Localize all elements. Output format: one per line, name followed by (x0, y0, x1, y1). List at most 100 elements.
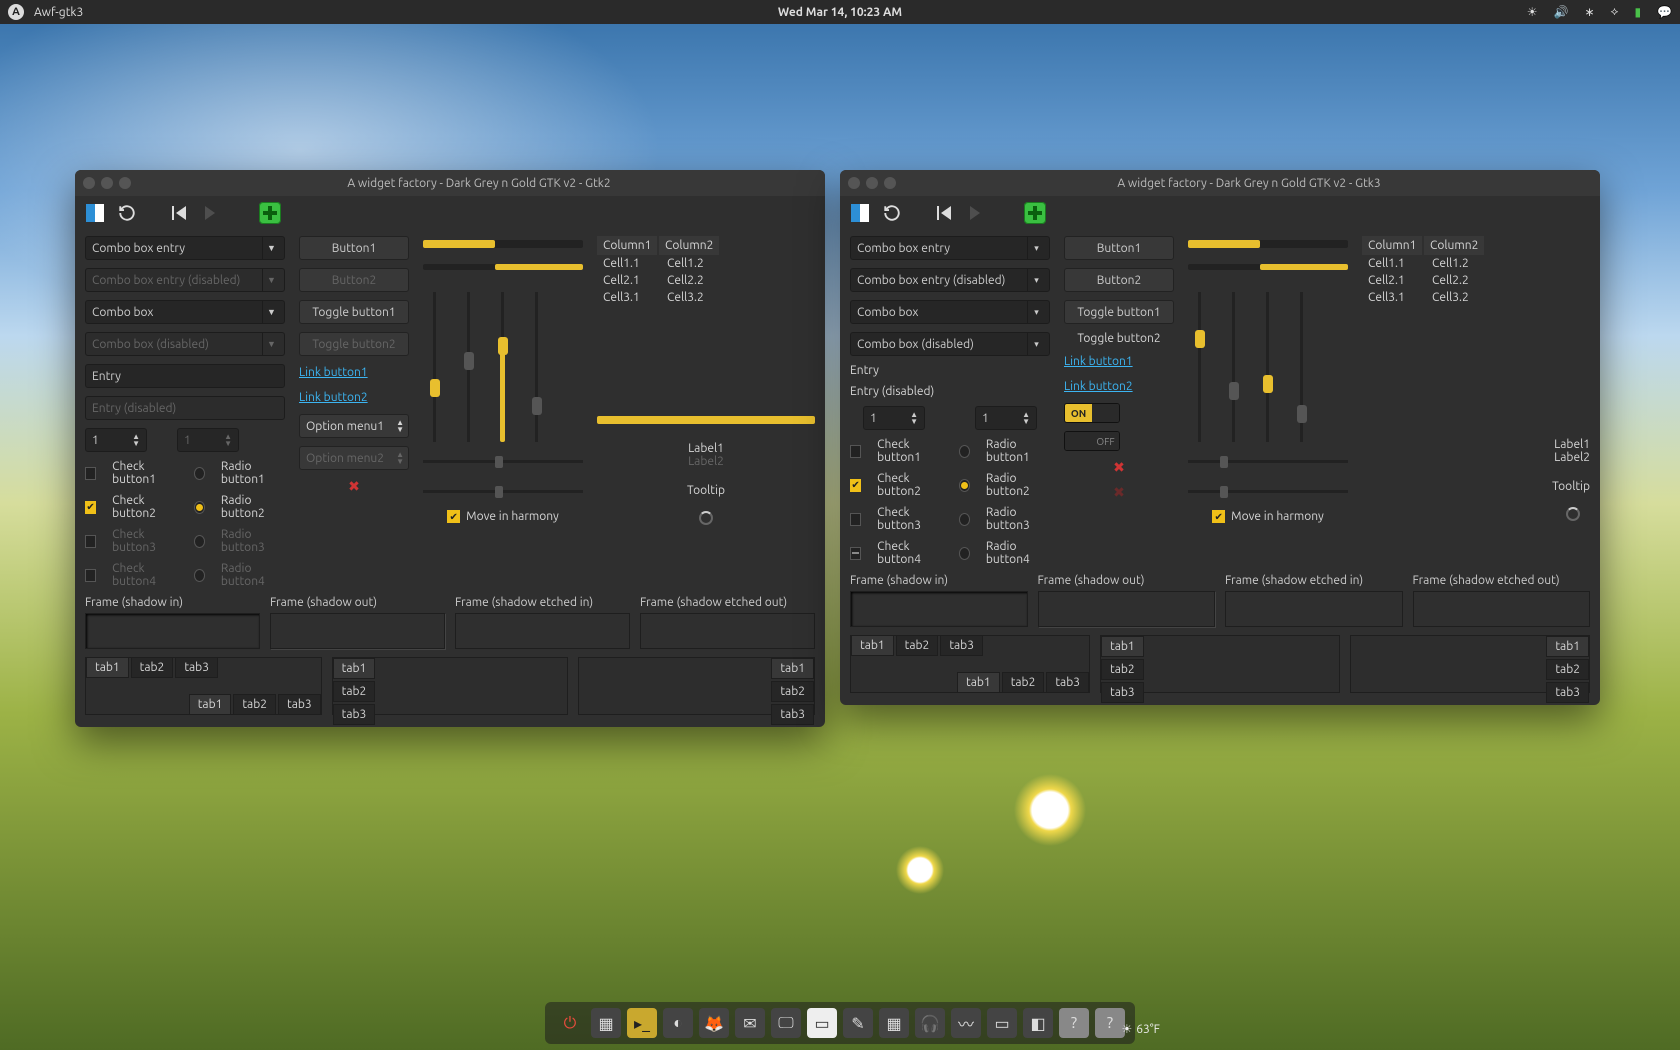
check2[interactable]: ✔ (850, 479, 861, 492)
monitor-icon[interactable]: 🖵 (771, 1008, 801, 1038)
check3[interactable] (850, 513, 861, 526)
treeview[interactable]: Column1Column2 Cell1.1Cell1.2 Cell2.1Cel… (597, 236, 815, 306)
tab[interactable]: tab1 (771, 658, 814, 679)
minimize-icon[interactable] (101, 177, 113, 189)
app-icon[interactable]: ◧ (1023, 1008, 1053, 1038)
volume-icon[interactable]: 🔊 (1553, 5, 1568, 19)
vslider-2[interactable] (1226, 292, 1240, 442)
radio2[interactable] (959, 479, 970, 492)
switch-off[interactable]: OFF (1064, 431, 1120, 451)
files-icon[interactable]: ▦ (591, 1008, 621, 1038)
add-button[interactable] (1024, 202, 1046, 224)
radio2[interactable] (194, 501, 205, 514)
tab[interactable]: tab3 (175, 657, 218, 678)
brightness-icon[interactable]: ☀ (1527, 5, 1538, 19)
check4[interactable] (850, 547, 861, 560)
document-icon[interactable]: ▭ (807, 1008, 837, 1038)
minimize-icon[interactable] (866, 177, 878, 189)
vslider-4[interactable] (1294, 292, 1308, 442)
close-icon[interactable] (848, 177, 860, 189)
battery-icon[interactable]: ▮ (1634, 5, 1641, 19)
go-next-icon[interactable] (968, 203, 988, 223)
weather-widget[interactable]: ☀ 63°F (1122, 1022, 1161, 1036)
switch-on[interactable]: ON (1064, 403, 1120, 423)
col-header[interactable]: Column1 (597, 236, 657, 255)
link1[interactable]: Link button1 (1064, 355, 1174, 368)
app-icon[interactable] (85, 203, 105, 223)
tab[interactable]: tab3 (1046, 672, 1089, 693)
help-icon-2[interactable]: ? (1095, 1008, 1125, 1038)
add-button[interactable] (259, 202, 281, 224)
go-first-icon[interactable] (936, 203, 956, 223)
tab[interactable]: tab1 (957, 672, 1000, 693)
tab[interactable]: tab3 (940, 635, 983, 656)
firefox-icon[interactable]: 🦊 (699, 1008, 729, 1038)
tab[interactable]: tab3 (278, 694, 321, 715)
help-icon[interactable]: ? (1059, 1008, 1089, 1038)
mail-icon[interactable]: ✉ (735, 1008, 765, 1038)
bluetooth-icon[interactable]: ∗ (1584, 5, 1594, 19)
tab[interactable]: tab1 (333, 658, 376, 679)
button1[interactable]: Button1 (1064, 236, 1174, 260)
hslider-2[interactable] (423, 484, 583, 498)
combo-box-entry[interactable]: Combo box entry▾ (850, 236, 1050, 260)
col-header[interactable]: Column2 (659, 236, 719, 255)
titlebar-gtk3[interactable]: A widget factory - Dark Grey n Gold GTK … (840, 170, 1600, 196)
tab[interactable]: tab2 (771, 681, 814, 702)
activity-icon[interactable]: 〰 (951, 1008, 981, 1038)
harmony-check[interactable]: ✔ (1212, 510, 1225, 523)
hslider-1[interactable] (423, 454, 583, 468)
tab[interactable]: tab2 (1546, 659, 1589, 680)
tab[interactable]: tab2 (1002, 672, 1045, 693)
wifi-icon[interactable]: ⟡ (1611, 5, 1619, 19)
vslider-1[interactable] (427, 292, 441, 442)
refresh-icon[interactable] (882, 203, 902, 223)
tab[interactable]: tab2 (333, 681, 376, 702)
tab[interactable]: tab2 (896, 635, 939, 656)
link2[interactable]: Link button2 (1064, 380, 1174, 393)
tab[interactable]: tab3 (1101, 682, 1144, 703)
vslider-3[interactable] (1260, 292, 1274, 442)
vslider-1[interactable] (1192, 292, 1206, 442)
hslider-1[interactable] (1188, 454, 1348, 468)
remove-icon[interactable]: ✖ (1064, 459, 1174, 476)
toggle1[interactable]: Toggle button1 (299, 300, 409, 324)
remove-icon[interactable]: ✖ (299, 478, 409, 495)
tab[interactable]: tab3 (333, 704, 376, 725)
go-next-icon[interactable] (203, 203, 223, 223)
app-icon[interactable] (850, 203, 870, 223)
tab[interactable]: tab1 (189, 694, 232, 715)
hslider-2[interactable] (1188, 484, 1348, 498)
maximize-icon[interactable] (119, 177, 131, 189)
brush-icon[interactable]: ✎ (843, 1008, 873, 1038)
spin-button-2[interactable]: 1▲▼ (975, 406, 1037, 430)
tab[interactable]: tab2 (131, 657, 174, 678)
tab[interactable]: tab1 (1546, 636, 1589, 657)
spin-button[interactable]: 1▲▼ (863, 406, 925, 430)
col-header[interactable]: Column2 (1424, 236, 1484, 255)
go-first-icon[interactable] (171, 203, 191, 223)
headphones-icon[interactable]: 🎧 (915, 1008, 945, 1038)
radio4[interactable] (959, 547, 970, 560)
radio1[interactable] (194, 467, 205, 480)
radio3[interactable] (959, 513, 970, 526)
treeview[interactable]: Column1Column2 Cell1.1Cell1.2 Cell2.1Cel… (1362, 236, 1590, 306)
combo-box[interactable]: Combo box▼ (85, 300, 285, 324)
tab[interactable]: tab3 (771, 704, 814, 725)
button1[interactable]: Button1 (299, 236, 409, 260)
chat-icon[interactable]: 💬 (1657, 5, 1672, 19)
close-icon[interactable] (83, 177, 95, 189)
vslider-3[interactable] (495, 292, 509, 442)
tab[interactable]: tab1 (1101, 636, 1144, 657)
refresh-icon[interactable] (117, 203, 137, 223)
vslider-2[interactable] (461, 292, 475, 442)
option-menu1[interactable]: Option menu1▲▼ (299, 414, 409, 438)
combo-box-entry[interactable]: Combo box entry▼ (85, 236, 285, 260)
entry-field[interactable]: Entry (85, 364, 285, 388)
col-header[interactable]: Column1 (1362, 236, 1422, 255)
calculator-icon[interactable]: ▦ (879, 1008, 909, 1038)
link1[interactable]: Link button1 (299, 366, 409, 379)
tab[interactable]: tab2 (233, 694, 276, 715)
maximize-icon[interactable] (884, 177, 896, 189)
chrome-icon[interactable]: ◐ (663, 1008, 693, 1038)
